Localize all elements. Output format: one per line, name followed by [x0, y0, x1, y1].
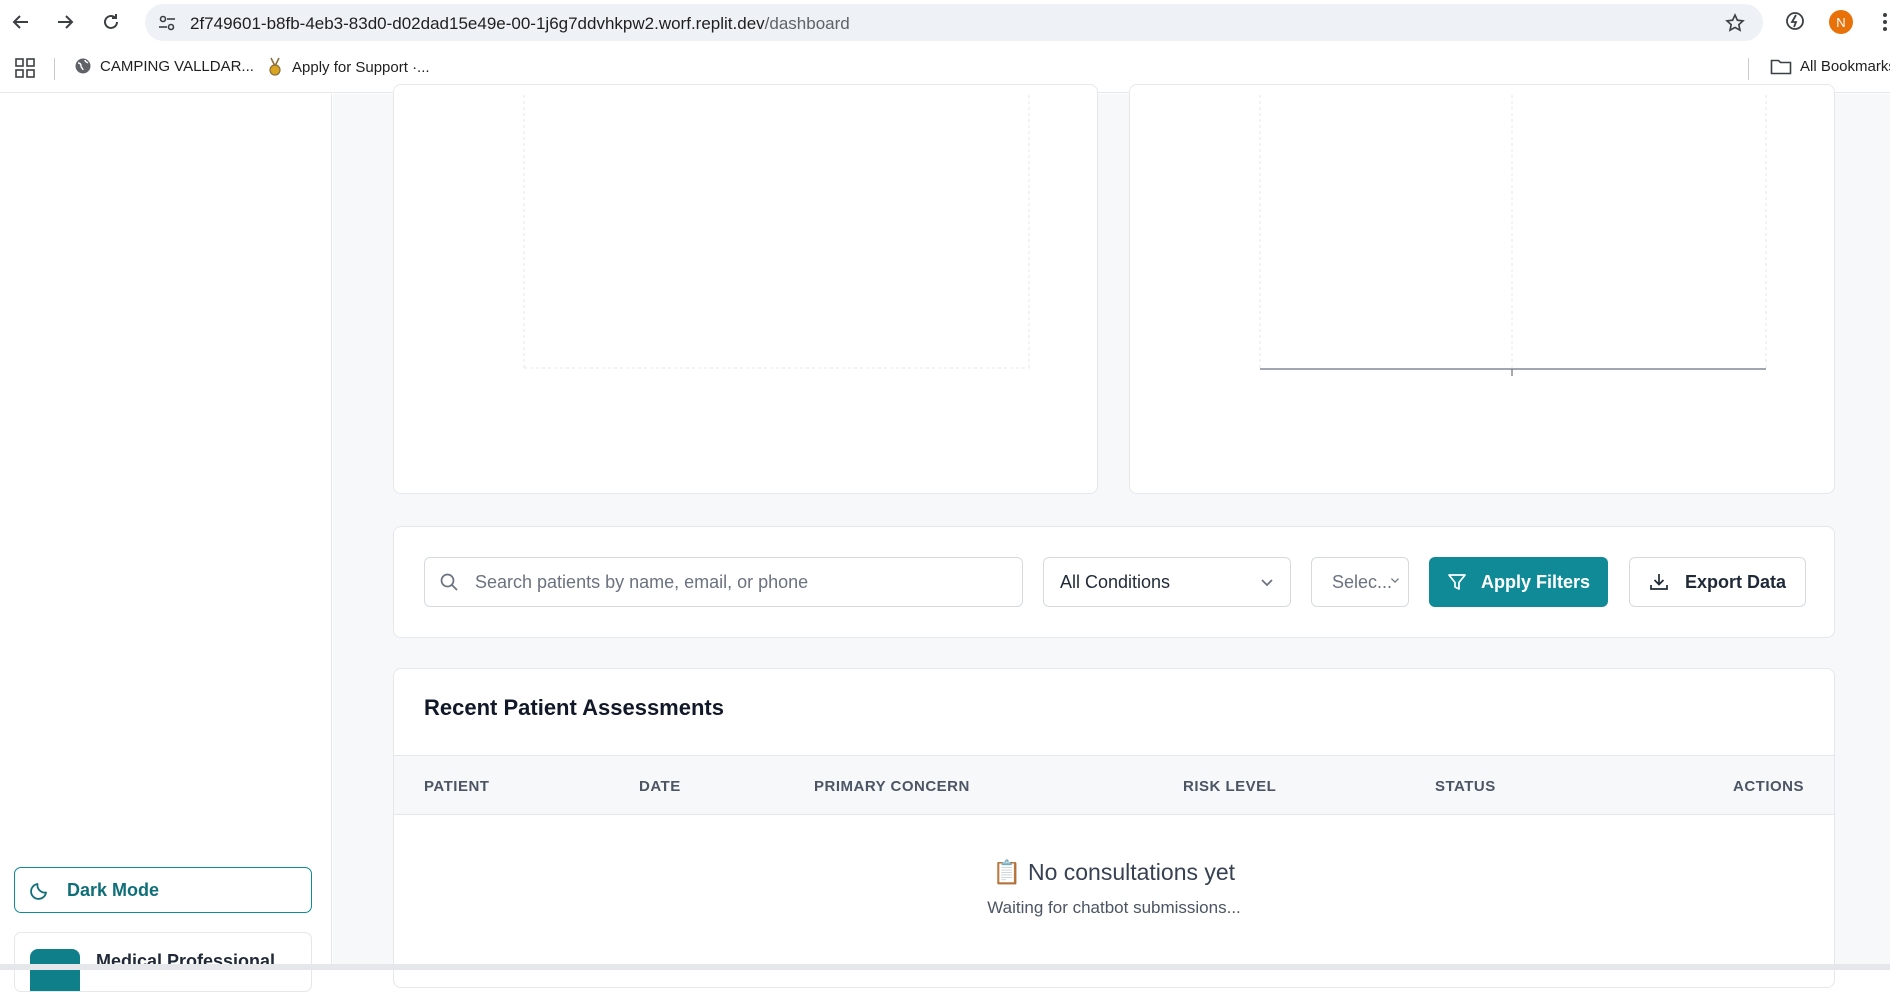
site-settings-icon[interactable]	[157, 13, 177, 33]
award-icon	[269, 57, 281, 76]
assessments-table-card: Recent Patient Assessments PATIENT DATE …	[393, 668, 1835, 988]
table-title: Recent Patient Assessments	[424, 695, 724, 720]
column-header-actions[interactable]: ACTIONS	[1733, 778, 1804, 795]
user-profile-card[interactable]: Medical Professional	[14, 932, 312, 992]
sidebar: Dark Mode Medical Professional	[0, 94, 332, 992]
apply-filters-button[interactable]: Apply Filters	[1429, 557, 1608, 607]
main-content: All Conditions Selec... Apply Filters Ex…	[333, 84, 1890, 988]
horizontal-scrollbar[interactable]	[0, 964, 1890, 970]
risk-select[interactable]: Selec...	[1311, 557, 1409, 607]
bookmark-divider	[54, 58, 55, 80]
condition-select[interactable]: All Conditions	[1043, 557, 1291, 607]
chart-right-plot	[1259, 95, 1767, 376]
bookmark-camping[interactable]: CAMPING VALLDAR...	[74, 57, 254, 75]
avatar	[30, 949, 80, 991]
column-header-primary-concern[interactable]: PRIMARY CONCERN	[814, 778, 970, 795]
bookmark-star-icon[interactable]	[1725, 13, 1745, 33]
moon-icon	[30, 883, 47, 900]
chart-card-left	[393, 84, 1098, 494]
back-button[interactable]	[8, 9, 34, 35]
chevron-down-icon	[1261, 579, 1273, 587]
reload-icon	[104, 14, 118, 29]
menu-icon[interactable]	[1880, 12, 1890, 32]
clipboard-icon: 📋	[992, 859, 1022, 885]
search-box[interactable]	[424, 557, 1023, 607]
arrow-right-icon	[58, 15, 74, 29]
chart-card-right	[1129, 84, 1835, 494]
column-header-risk-level[interactable]: RISK LEVEL	[1183, 778, 1276, 795]
bookmark-divider-right	[1748, 58, 1749, 80]
extension-icon[interactable]	[1783, 9, 1807, 33]
url-text: 2f749601-b8fb-4eb3-83d0-d02dad15e49e-00-…	[190, 14, 850, 33]
dark-mode-toggle[interactable]: Dark Mode	[14, 867, 312, 913]
filter-bar: All Conditions Selec... Apply Filters Ex…	[393, 526, 1835, 638]
table-header: PATIENT DATE PRIMARY CONCERN RISK LEVEL …	[394, 755, 1834, 815]
profile-avatar[interactable]: N	[1829, 10, 1853, 34]
forward-button[interactable]	[52, 9, 78, 35]
apps-grid-icon[interactable]	[15, 58, 35, 78]
browser-toolbar: 2f749601-b8fb-4eb3-83d0-d02dad15e49e-00-…	[0, 0, 1890, 45]
dashboard-app: Dark Mode Medical Professional Search pa…	[0, 84, 1890, 992]
column-header-status[interactable]: STATUS	[1435, 778, 1496, 795]
folder-icon	[1770, 59, 1792, 75]
bookmark-apply-support[interactable]: Apply for Support ·...	[266, 57, 430, 77]
empty-state-title: 📋 No consultations yet	[992, 859, 1236, 885]
search-icon	[440, 573, 458, 591]
reload-button[interactable]	[98, 9, 124, 35]
download-icon	[1650, 574, 1668, 590]
arrow-left-icon	[12, 15, 28, 29]
column-header-patient[interactable]: PATIENT	[424, 778, 489, 795]
column-header-date[interactable]: DATE	[639, 778, 681, 795]
filter-icon	[1448, 574, 1466, 590]
export-data-button[interactable]: Export Data	[1629, 557, 1806, 607]
all-bookmarks[interactable]: All Bookmarks	[1770, 57, 1890, 75]
chart-left-plot	[523, 95, 1030, 369]
globe-icon	[75, 58, 91, 74]
chevron-down-icon	[1390, 578, 1400, 584]
address-bar[interactable]: 2f749601-b8fb-4eb3-83d0-d02dad15e49e-00-…	[145, 4, 1763, 41]
empty-state-subtitle: Waiting for chatbot submissions...	[987, 898, 1241, 917]
search-input[interactable]	[475, 558, 1005, 606]
